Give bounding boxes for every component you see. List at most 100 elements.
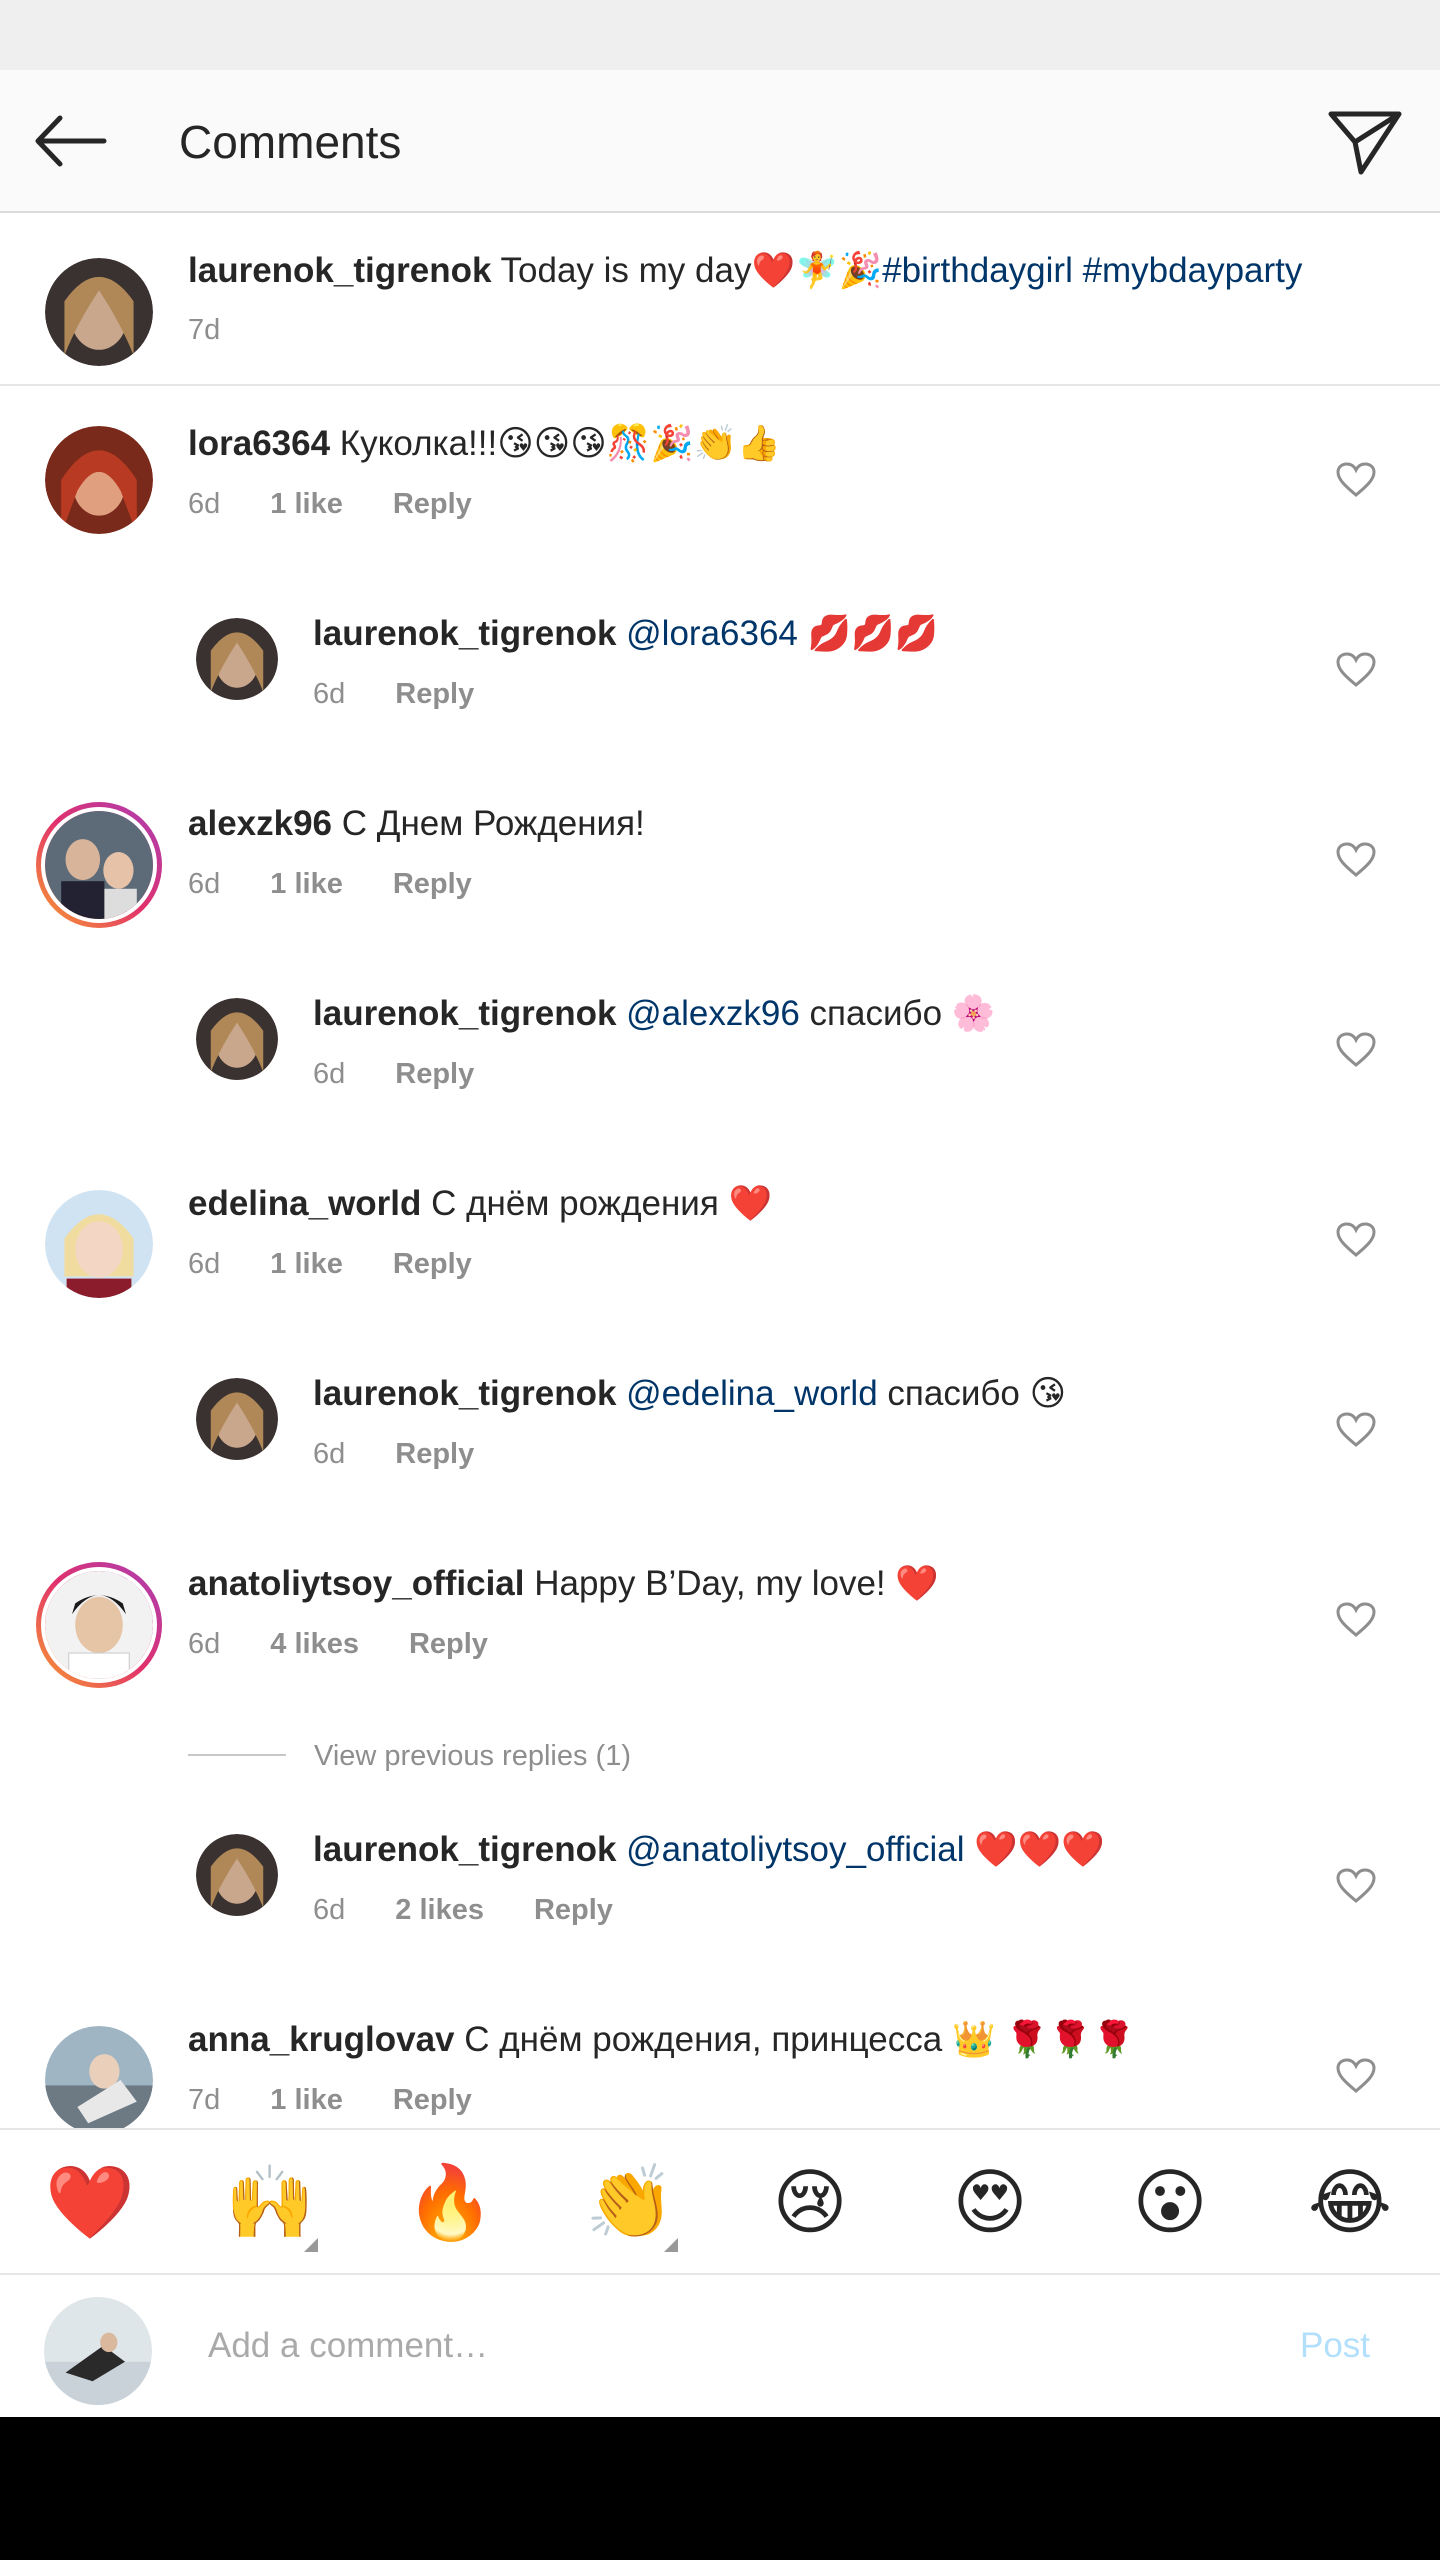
username[interactable]: laurenok_tigrenok [313,1374,616,1413]
comment: edelina_world С днём рождения ❤️ 6d 1 lik… [0,1146,1440,1336]
raised-hands-icon: 🙌 [225,2160,315,2244]
comment-text: С днём рождения ❤️ [421,1184,773,1223]
reply-comment: laurenok_tigrenok @lora6364 💋💋💋 6d Reply [0,576,1440,766]
comment-text: спасибо 😘 [877,1374,1067,1413]
avatar[interactable] [196,1834,278,1916]
reply-comment: laurenok_tigrenok @anatoliytsoy_official… [0,1792,1440,1982]
post-caption: laurenok_tigrenok Today is my day❤️🧚🎉#bi… [0,215,1440,386]
heart-outline-icon[interactable] [1336,1412,1376,1448]
likes-count[interactable]: 1 like [270,488,343,520]
reply-button[interactable]: Reply [393,1248,472,1280]
likes-count[interactable]: 1 like [270,2084,343,2116]
avatar[interactable] [45,2026,153,2128]
emoji-surprised-button[interactable]: 😮 [1120,2152,1220,2252]
mention[interactable]: @alexzk96 [616,994,800,1033]
paper-plane-icon [1328,111,1402,175]
username[interactable]: laurenok_tigrenok [313,1830,616,1869]
comment: anatoliytsoy_official Happy B’Day, my lo… [0,1526,1440,1716]
avatar-story-ring[interactable] [36,1562,162,1688]
username[interactable]: anatoliytsoy_official [188,1564,524,1603]
emoji-laughing-button[interactable]: 😂 [1300,2152,1400,2252]
heart-outline-icon[interactable] [1336,1868,1376,1904]
avatar[interactable] [196,1378,278,1460]
avatar-image [45,811,153,919]
username[interactable]: lora6364 [188,424,330,463]
reply-button[interactable]: Reply [393,868,472,900]
likes-count[interactable]: 2 likes [395,1894,484,1926]
avatar[interactable] [45,258,153,366]
caption-text: Today is my day❤️🧚🎉 [491,251,883,290]
username[interactable]: edelina_world [188,1184,421,1223]
comment-composer: Post [0,2273,1440,2417]
skin-tone-corner-icon [304,2238,318,2252]
reply-button[interactable]: Reply [395,678,474,710]
back-button[interactable] [30,106,110,176]
hashtags[interactable]: #birthdaygirl #mybdayparty [882,251,1302,290]
emoji-heart-button[interactable]: ❤️ [40,2152,140,2252]
heart-outline-icon[interactable] [1336,1602,1376,1638]
avatar-image [45,1571,153,1679]
emoji-quick-bar: ❤️ 🙌 🔥 👏 😢 😍 😮 😂 [0,2128,1440,2273]
avatar-image [45,2026,153,2128]
heart-outline-icon[interactable] [1336,2058,1376,2094]
username[interactable]: laurenok_tigrenok [188,251,491,290]
reply-button[interactable]: Reply [534,1894,613,1926]
avatar[interactable] [45,426,153,534]
comment-text: спасибо 🌸 [799,994,996,1033]
avatar[interactable] [45,1190,153,1298]
username[interactable]: laurenok_tigrenok [313,994,616,1033]
avatar-image [45,426,153,534]
reply-button[interactable]: Reply [395,1058,474,1090]
avatar-story-ring[interactable] [36,802,162,928]
likes-count[interactable]: 1 like [270,868,343,900]
avatar-image [196,1834,278,1916]
mention[interactable]: @anatoliytsoy_official [616,1830,964,1869]
heart-outline-icon[interactable] [1336,842,1376,878]
comment-text: Happy B’Day, my love! ❤️ [524,1564,939,1603]
comment-text: ❤️❤️❤️ [964,1830,1106,1869]
heart-outline-icon[interactable] [1336,1032,1376,1068]
avatar-image [196,1378,278,1460]
emoji-heart-eyes-button[interactable]: 😍 [940,2152,1040,2252]
likes-count[interactable]: 1 like [270,1248,343,1280]
heart-outline-icon[interactable] [1336,1222,1376,1258]
timestamp: 6d [188,1248,221,1280]
emoji-fire-button[interactable]: 🔥 [400,2152,500,2252]
comment-text: 💋💋💋 [797,614,939,653]
avatar-image [196,998,278,1080]
username[interactable]: alexzk96 [188,804,332,843]
comment-input[interactable] [208,2315,1208,2377]
heart-outline-icon[interactable] [1336,652,1376,688]
reply-button[interactable]: Reply [393,2084,472,2116]
avatar-image [44,2297,152,2405]
divider [188,1754,286,1756]
mention[interactable]: @lora6364 [616,614,798,653]
reply-button[interactable]: Reply [409,1628,488,1660]
emoji-raised-hands-button[interactable]: 🙌 [220,2152,320,2252]
share-button[interactable] [1325,106,1405,178]
likes-count[interactable]: 4 likes [270,1628,359,1660]
comment-text: С Днем Рождения! [332,804,645,843]
username[interactable]: anna_kruglovav [188,2020,455,2059]
emoji-crying-button[interactable]: 😢 [760,2152,860,2252]
mention[interactable]: @edelina_world [616,1374,878,1413]
avatar[interactable] [196,618,278,700]
avatar[interactable] [196,998,278,1080]
timestamp: 6d [188,488,221,520]
reply-button[interactable]: Reply [395,1438,474,1470]
header: Comments [0,70,1440,213]
clap-icon: 👏 [585,2160,675,2244]
reply-comment: laurenok_tigrenok @edelina_world спасибо… [0,1336,1440,1526]
comment: anna_kruglovav С днём рождения, принцесс… [0,1982,1440,2128]
post-button[interactable]: Post [1300,2321,1370,2371]
timestamp: 6d [313,1894,346,1926]
skin-tone-corner-icon [664,2238,678,2252]
own-avatar [44,2297,152,2405]
username[interactable]: laurenok_tigrenok [313,614,616,653]
avatar-image [45,258,153,366]
emoji-clap-button[interactable]: 👏 [580,2152,680,2252]
reply-comment: laurenok_tigrenok @alexzk96 спасибо 🌸 6d… [0,956,1440,1146]
heart-outline-icon[interactable] [1336,462,1376,498]
timestamp: 6d [188,1628,221,1660]
reply-button[interactable]: Reply [393,488,472,520]
